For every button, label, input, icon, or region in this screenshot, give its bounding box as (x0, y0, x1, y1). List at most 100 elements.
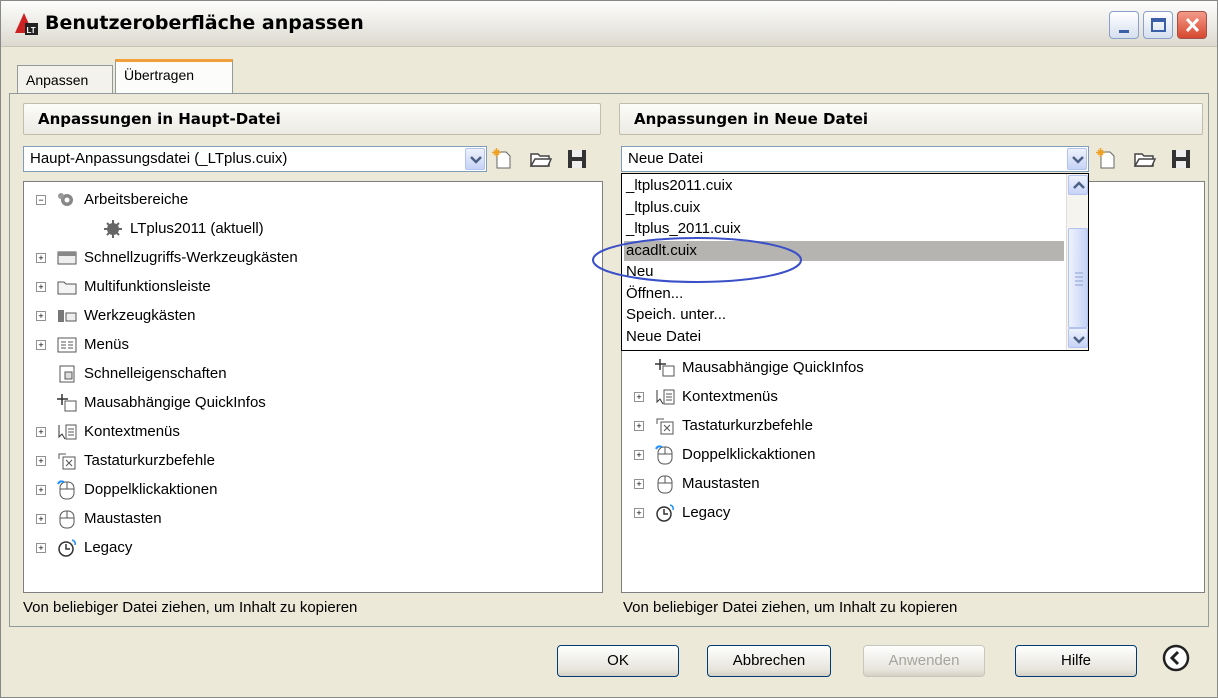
left-tree[interactable]: − Arbeitsbereiche LTplus2011 (aktuell) + Sch… (23, 181, 603, 593)
collapse-panel-icon[interactable] (1161, 643, 1191, 673)
shortcut-menus-icon (656, 389, 675, 405)
chevron-up-icon (1073, 181, 1085, 189)
gear-icon (104, 220, 122, 238)
tree-item-label: Kontextmenüs (682, 388, 778, 405)
expand-icon[interactable]: + (36, 340, 46, 350)
expand-icon[interactable]: + (634, 450, 644, 460)
scroll-down-button[interactable] (1068, 328, 1088, 348)
tree-item-label: Arbeitsbereiche (84, 191, 189, 208)
apply-button[interactable]: Anwenden (863, 645, 985, 677)
new-file-icon[interactable] (491, 147, 515, 171)
tree-item-label: Mausabhängige QuickInfos (84, 394, 266, 411)
dropdown-option[interactable]: _ltplus.cuix (624, 198, 1064, 218)
new-file-icon[interactable] (1095, 147, 1119, 171)
maximize-icon (1151, 18, 1166, 32)
tree-item-label: Multifunktionsleiste (84, 278, 211, 295)
tree-item-label: Legacy (84, 539, 133, 556)
dropdown-option[interactable]: Neue Datei (624, 327, 1064, 347)
rollover-tooltips-icon (655, 359, 675, 377)
tree-item-label: Tastaturkurzbefehle (84, 452, 215, 469)
window-title: Benutzeroberfläche anpassen (45, 12, 364, 34)
scroll-up-button[interactable] (1068, 175, 1088, 195)
double-click-actions-icon (57, 480, 75, 500)
close-button[interactable] (1177, 11, 1207, 39)
workspaces-icon (58, 193, 73, 206)
maximize-button[interactable] (1143, 11, 1173, 39)
tree-item-label: Kontextmenüs (84, 423, 180, 440)
tab-anpassen[interactable]: Anpassen (17, 65, 113, 95)
double-click-actions-icon (655, 445, 673, 465)
cancel-button-label: Abbrechen (732, 652, 806, 669)
cancel-button[interactable]: Abbrechen (707, 645, 831, 677)
expand-icon[interactable]: + (36, 427, 46, 437)
close-icon (1185, 17, 1200, 33)
collapse-icon[interactable]: − (36, 195, 46, 205)
shortcut-menus-icon (58, 424, 77, 440)
dropdown-option[interactable]: _ltplus2011.cuix (624, 176, 1064, 196)
minimize-icon (1119, 30, 1129, 33)
scroll-thumb[interactable] (1068, 228, 1088, 328)
expand-icon[interactable]: + (36, 311, 46, 321)
tree-item-label: Tastaturkurzbefehle (682, 417, 813, 434)
tree-item-label: Werkzeugkästen (84, 307, 196, 324)
chevron-down-icon[interactable] (465, 148, 485, 170)
left-panel-header: Anpassungen in Haupt-Datei (23, 103, 601, 135)
main-file-combo[interactable]: Haupt-Anpassungsdatei (_LTplus.cuix) (23, 146, 487, 172)
save-icon[interactable] (1169, 147, 1193, 171)
tree-item-label: Doppelklickaktionen (682, 446, 816, 463)
tab-uebertragen[interactable]: Übertragen (115, 59, 233, 95)
expand-icon[interactable]: + (36, 485, 46, 495)
expand-icon[interactable]: + (634, 392, 644, 402)
tree-item-label: Legacy (682, 504, 731, 521)
tree-item-label: Schnellzugriffs-Werkzeugkästen (84, 249, 298, 266)
help-button[interactable]: Hilfe (1015, 645, 1137, 677)
grip-icon (1075, 272, 1083, 286)
title-bar[interactable]: LT Benutzeroberfläche anpassen (1, 1, 1217, 47)
legacy-icon (656, 504, 674, 522)
expand-icon[interactable]: + (36, 543, 46, 553)
left-status-text: Von beliebiger Datei ziehen, um Inhalt z… (23, 599, 358, 616)
ok-button[interactable]: OK (557, 645, 679, 677)
expand-icon[interactable]: + (634, 479, 644, 489)
annotation-ellipse (592, 237, 802, 283)
chevron-down-icon (1073, 336, 1085, 344)
expand-icon[interactable]: + (634, 421, 644, 431)
expand-icon[interactable]: + (36, 282, 46, 292)
dropdown-option[interactable]: Speich. unter... (624, 305, 1064, 325)
tree-item-label: Schnelleigenschaften (84, 365, 227, 382)
help-button-label: Hilfe (1060, 652, 1091, 669)
expand-icon[interactable]: + (36, 253, 46, 263)
toolbars-icon (58, 310, 77, 322)
keyboard-shortcuts-icon (58, 453, 76, 470)
expand-icon[interactable]: + (634, 508, 644, 518)
apply-button-label: Anwenden (888, 652, 960, 669)
customize-ui-dialog: LT Benutzeroberfläche anpassen Anpassen … (0, 0, 1218, 698)
chevron-down-icon[interactable] (1067, 148, 1087, 170)
keyboard-shortcuts-icon (656, 418, 674, 435)
tree-item-label: Maustasten (682, 475, 760, 492)
expand-icon[interactable]: + (36, 514, 46, 524)
save-icon[interactable] (565, 147, 589, 171)
expand-icon[interactable]: + (36, 456, 46, 466)
mouse-buttons-icon (657, 475, 673, 494)
mouse-buttons-icon (59, 510, 75, 529)
open-folder-icon[interactable] (529, 147, 553, 171)
tree-item-label: LTplus2011 (aktuell) (130, 220, 264, 237)
tree-item-label: Mausabhängige QuickInfos (682, 359, 864, 376)
autocad-lt-app-icon: LT (15, 13, 38, 35)
rollover-tooltips-icon (57, 394, 77, 412)
quick-access-toolbar-icon (57, 251, 77, 265)
new-file-combo[interactable]: Neue Datei (621, 146, 1089, 172)
open-folder-icon[interactable] (1133, 147, 1157, 171)
ok-button-label: OK (607, 652, 629, 669)
menus-icon (57, 337, 77, 353)
minimize-button[interactable] (1109, 11, 1139, 39)
main-file-combo-value: Haupt-Anpassungsdatei (_LTplus.cuix) (30, 150, 288, 167)
tree-item-label: Menüs (84, 336, 130, 353)
new-file-combo-value: Neue Datei (628, 150, 704, 167)
dropdown-scrollbar[interactable] (1066, 174, 1088, 350)
svg-text:LT: LT (27, 26, 36, 35)
legacy-icon (58, 539, 76, 557)
tree-item-label: Doppelklickaktionen (84, 481, 218, 498)
right-status-text: Von beliebiger Datei ziehen, um Inhalt z… (623, 599, 958, 616)
